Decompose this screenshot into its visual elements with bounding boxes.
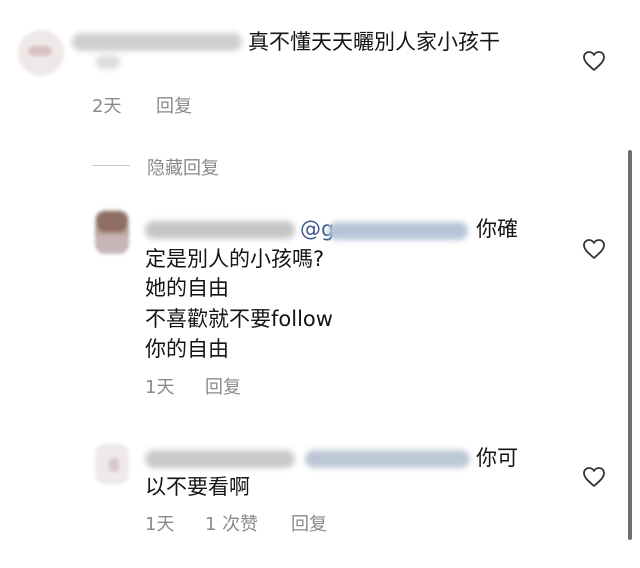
heart-outline-icon[interactable] — [582, 238, 606, 260]
reply-button[interactable]: 回复 — [291, 510, 327, 536]
heart-outline-icon[interactable] — [582, 466, 606, 488]
hide-replies-button[interactable]: 隐藏回复 — [147, 154, 219, 180]
heart-outline-icon[interactable] — [582, 50, 606, 72]
avatar[interactable] — [18, 30, 64, 76]
mention-redacted — [328, 222, 468, 240]
reply-button[interactable]: 回复 — [205, 373, 241, 399]
reply-button[interactable]: 回复 — [156, 92, 192, 118]
mention-redacted — [305, 450, 470, 468]
reply-text-line: 以不要看啊 — [145, 475, 250, 499]
avatar[interactable] — [95, 210, 129, 254]
reply-time: 1天 — [145, 514, 175, 535]
reply-text-first-line: 你可 — [476, 446, 518, 470]
comment-text: 真不懂天天曬別人家小孩干 — [248, 30, 500, 54]
username-redacted-2 — [96, 55, 120, 69]
username-redacted[interactable] — [145, 450, 295, 468]
reply-text-line: 她的自由 — [145, 276, 229, 300]
replies-divider — [92, 165, 130, 166]
reply-time: 1天 — [145, 377, 175, 398]
reply-text-first-line: 你確 — [476, 217, 518, 241]
username-redacted[interactable] — [72, 33, 242, 51]
likes-count[interactable]: 1 次赞 — [205, 510, 258, 536]
username-redacted[interactable] — [145, 221, 295, 239]
comment-time: 2天 — [92, 96, 122, 117]
avatar[interactable] — [95, 444, 129, 484]
reply-text-line: 定是別人的小孩嗎? — [145, 247, 325, 271]
reply-text-line: 不喜歡就不要follow — [145, 307, 333, 331]
reply-text-line: 你的自由 — [145, 337, 229, 361]
scrollbar[interactable] — [628, 150, 632, 540]
